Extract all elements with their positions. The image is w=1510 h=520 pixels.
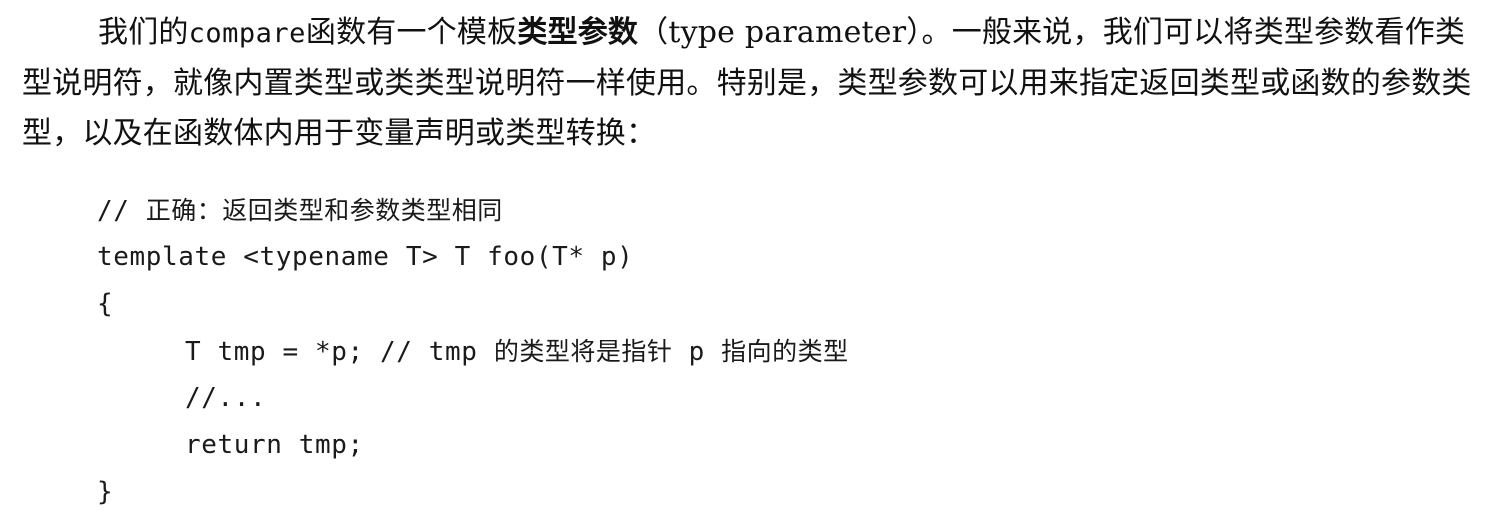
- bold-term-type-parameter: 类型参数: [517, 15, 639, 50]
- code-line-3: {: [97, 281, 1477, 328]
- comment-code: p: [672, 337, 722, 367]
- statement-code: T tmp = *p; // tmp: [185, 337, 494, 367]
- code-line-1: // 正确：返回类型和参数类型相同: [97, 187, 1477, 234]
- inline-code-compare: compare: [188, 18, 306, 49]
- text-segment: 函数有一个模板: [305, 15, 518, 50]
- code-line-5: //...: [97, 375, 1477, 422]
- body-paragraph: 我们的compare函数有一个模板类型参数（type parameter）。一般…: [22, 8, 1492, 159]
- template-declaration: template <typename T> T foo(T* p): [97, 242, 634, 272]
- paragraph-text: 我们的compare函数有一个模板类型参数（type parameter）。一般…: [22, 8, 1492, 159]
- code-line-7: }: [97, 469, 1477, 516]
- comment-text: 指向的类型: [721, 337, 849, 366]
- code-line-4: T tmp = *p; // tmp 的类型将是指针 p 指向的类型: [97, 328, 1477, 375]
- code-block: // 正确：返回类型和参数类型相同 template <typename T> …: [97, 187, 1477, 516]
- document-page: 我们的compare函数有一个模板类型参数（type parameter）。一般…: [0, 0, 1510, 520]
- return-statement: return tmp;: [185, 430, 364, 460]
- text-segment: 我们的: [98, 15, 189, 50]
- close-brace: }: [97, 477, 114, 507]
- ellipsis-comment: //...: [185, 383, 267, 413]
- code-line-6: return tmp;: [97, 422, 1477, 469]
- comment-text: 的类型将是指针: [493, 337, 673, 366]
- open-brace: {: [97, 289, 114, 319]
- comment-text: 正确：返回类型和参数类型相同: [145, 196, 503, 225]
- code-line-2: template <typename T> T foo(T* p): [97, 234, 1477, 281]
- comment-marker: //: [97, 196, 146, 226]
